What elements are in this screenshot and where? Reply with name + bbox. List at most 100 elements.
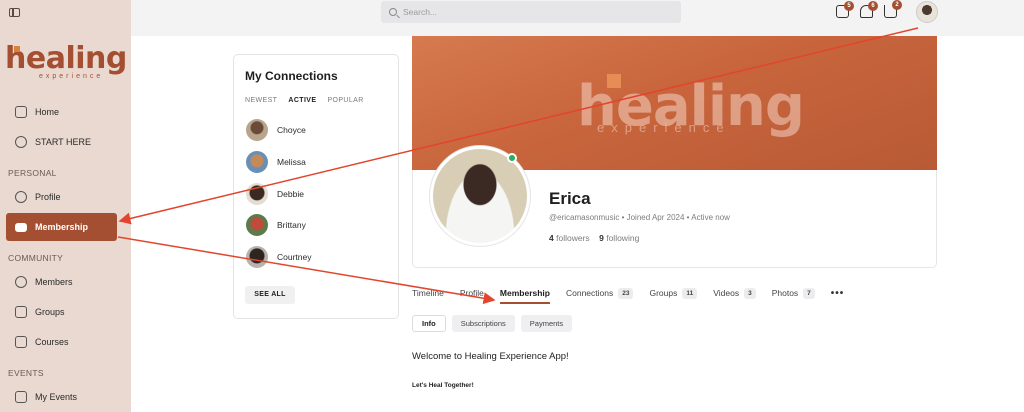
tab-connections[interactable]: Connections 23 (566, 285, 634, 301)
tab-active[interactable]: ACTIVE (288, 97, 316, 104)
tab-label: Membership (499, 288, 550, 298)
connection-item[interactable]: Brittany (246, 214, 306, 236)
calendar-icon (15, 391, 27, 403)
followers-count[interactable]: 4 (549, 233, 554, 243)
cart-icon[interactable]: 2 (884, 0, 902, 18)
logo-subtext: experience (39, 73, 104, 80)
bell-icon[interactable]: 6 (860, 1, 878, 18)
avatar (246, 246, 268, 268)
profile-name: Erica (549, 189, 591, 208)
tab-count: 23 (618, 287, 634, 299)
tab-count: 3 (744, 287, 756, 299)
following-count[interactable]: 9 (599, 233, 604, 243)
search-input[interactable]: Search... (381, 1, 681, 23)
map-pin-icon (15, 136, 27, 148)
id-card-icon (15, 222, 27, 232)
top-bar: Search... 5 6 2 (131, 0, 1024, 36)
sidebar-toggle-icon[interactable] (9, 8, 20, 17)
sidebar-item-courses[interactable]: Courses (6, 328, 117, 356)
logo-mark (14, 46, 20, 52)
user-avatar[interactable] (916, 1, 938, 23)
subtab-payments[interactable]: Payments (520, 315, 573, 332)
inbox-icon[interactable]: 5 (836, 1, 854, 18)
groups-icon (15, 306, 27, 318)
subtab-info[interactable]: Info (412, 315, 446, 332)
logo[interactable]: healing experience (5, 44, 127, 81)
logo-text: healing (5, 41, 127, 76)
notifications-badge: 6 (868, 1, 878, 11)
connection-name: Choyce (277, 125, 306, 135)
profile-tabs: Timeline Profile Membership Connections 2… (412, 285, 845, 304)
home-icon (15, 106, 27, 118)
avatar (246, 119, 268, 141)
connection-name: Melissa (277, 157, 306, 167)
sidebar-item-membership[interactable]: Membership (6, 213, 117, 241)
followers-label[interactable]: followers (556, 233, 590, 243)
avatar (246, 214, 268, 236)
more-icon[interactable]: ••• (831, 288, 845, 299)
sidebar-item-groups[interactable]: Groups (6, 298, 117, 326)
sidebar: healing experience Home START HERE PERSO… (0, 0, 131, 412)
sidebar-item-members[interactable]: Members (6, 268, 117, 296)
tab-label: Groups (649, 288, 678, 298)
following-label[interactable]: following (606, 233, 639, 243)
sidebar-item-profile[interactable]: Profile (6, 183, 117, 211)
see-all-button[interactable]: SEE ALL (245, 286, 295, 304)
sidebar-item-home[interactable]: Home (6, 98, 117, 126)
section-title-events: EVENTS (8, 368, 44, 378)
sidebar-item-label: Profile (35, 192, 61, 202)
tab-membership[interactable]: Membership (499, 285, 551, 304)
connections-tabs: NEWEST ACTIVE POPULAR (245, 97, 364, 104)
tab-popular[interactable]: POPULAR (327, 97, 363, 104)
courses-icon (15, 336, 27, 348)
tab-profile[interactable]: Profile (460, 285, 484, 301)
sidebar-item-my-events[interactable]: My Events (6, 383, 117, 411)
connection-name: Brittany (277, 220, 306, 230)
connection-item[interactable]: Choyce (246, 119, 306, 141)
tab-label: Connections (565, 288, 614, 298)
tab-label: Timeline (412, 288, 444, 298)
users-icon (15, 276, 27, 288)
user-icon (15, 191, 27, 203)
subtab-subscriptions[interactable]: Subscriptions (451, 315, 515, 332)
connections-widget: My Connections NEWEST ACTIVE POPULAR Cho… (233, 54, 399, 319)
tab-groups[interactable]: Groups 11 (649, 285, 698, 301)
tab-label: Photos (771, 288, 799, 298)
sidebar-item-label: Courses (35, 337, 69, 347)
connection-item[interactable]: Debbie (246, 183, 304, 205)
avatar (246, 151, 268, 173)
sidebar-item-label: Membership (35, 222, 89, 232)
cover-logo-subtext: experience (597, 120, 731, 135)
connection-item[interactable]: Courtney (246, 246, 312, 268)
welcome-text: Welcome to Healing Experience App! (412, 351, 569, 362)
cover-logo-mark (607, 74, 621, 88)
section-title-personal: PERSONAL (8, 168, 57, 178)
tab-photos[interactable]: Photos 7 (772, 285, 815, 301)
tab-label: Profile (459, 288, 484, 298)
connection-item[interactable]: Melissa (246, 151, 306, 173)
search-icon (389, 8, 397, 16)
sidebar-item-label: Home (35, 107, 60, 117)
tab-newest[interactable]: NEWEST (245, 97, 277, 104)
connection-name: Courtney (277, 252, 312, 262)
section-title-community: COMMUNITY (8, 253, 64, 263)
cart-badge: 2 (892, 0, 902, 10)
profile-meta: @ericamasonmusic • Joined Apr 2024 • Act… (549, 213, 730, 222)
tab-timeline[interactable]: Timeline (412, 285, 444, 301)
tab-videos[interactable]: Videos 3 (713, 285, 756, 301)
tab-count: 11 (682, 287, 698, 299)
messages-badge: 5 (844, 1, 854, 11)
sidebar-item-label: Members (35, 277, 73, 287)
membership-subtabs: Info Subscriptions Payments (412, 315, 573, 332)
connection-name: Debbie (277, 189, 304, 199)
tab-label: Videos (713, 288, 740, 298)
sidebar-item-start-here[interactable]: START HERE (6, 128, 117, 156)
tagline-text: Let's Heal Together! (412, 382, 474, 389)
profile-stats: 4 followers 9 following (549, 233, 639, 243)
online-status-indicator (507, 153, 517, 163)
sidebar-item-label: START HERE (35, 137, 92, 147)
tab-count: 7 (803, 287, 815, 299)
avatar (246, 183, 268, 205)
sidebar-item-label: Groups (35, 307, 65, 317)
connections-title: My Connections (245, 69, 338, 83)
